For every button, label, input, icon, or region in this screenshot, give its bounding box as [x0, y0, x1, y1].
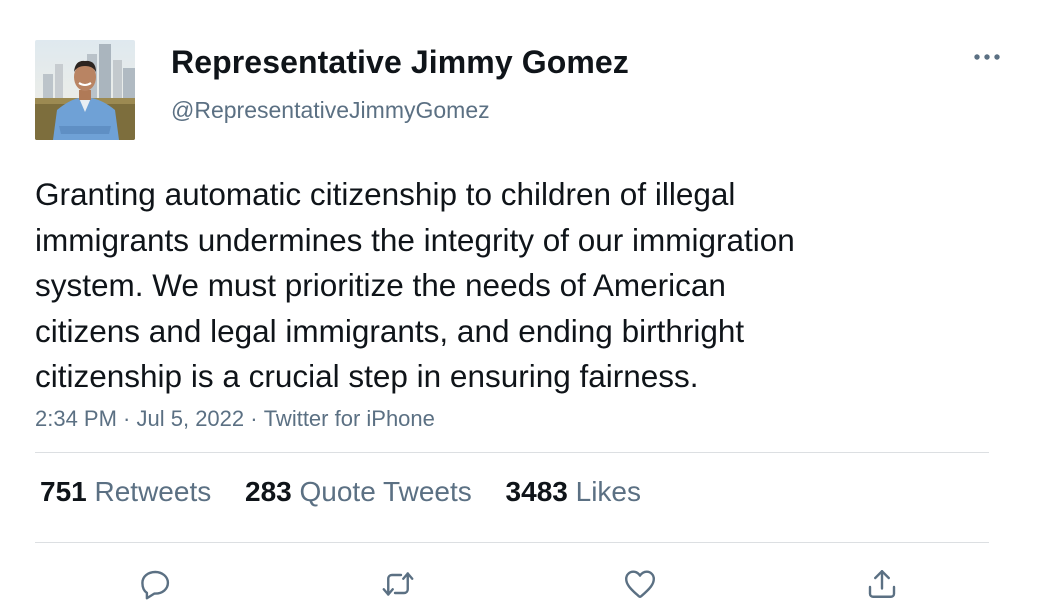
- quote-tweets-label: Quote Tweets: [299, 476, 472, 507]
- meta-separator: ·: [244, 406, 264, 431]
- reply-icon: [141, 570, 170, 600]
- author-display-name[interactable]: Representative Jimmy Gomez: [171, 44, 629, 81]
- author-handle[interactable]: @RepresentativeJimmyGomez: [171, 97, 490, 124]
- retweet-icon: [382, 572, 414, 596]
- heart-icon: [625, 570, 655, 598]
- tweet-metadata: 2:34 PM · Jul 5, 2022 · Twitter for iPho…: [35, 406, 435, 432]
- tweet-text: Granting automatic citizenship to childr…: [35, 172, 995, 400]
- more-horizontal-icon: [974, 54, 1000, 60]
- tweet-text-line: Granting automatic citizenship to childr…: [35, 176, 736, 212]
- engagement-stats: 751 Retweets 283 Quote Tweets 3483 Likes: [40, 476, 667, 508]
- quote-tweets-stat[interactable]: 283 Quote Tweets: [245, 476, 472, 508]
- reply-button[interactable]: [135, 564, 175, 604]
- tweet-text-line: system. We must prioritize the needs of …: [35, 267, 726, 303]
- retweets-stat[interactable]: 751 Retweets: [40, 476, 211, 508]
- quote-tweets-count: 283: [245, 476, 292, 507]
- tweet-source[interactable]: Twitter for iPhone: [264, 406, 435, 432]
- like-button[interactable]: [620, 564, 660, 604]
- share-icon: [868, 570, 896, 598]
- likes-count: 3483: [505, 476, 568, 507]
- retweets-count: 751: [40, 476, 87, 507]
- tweet-time[interactable]: 2:34 PM: [35, 406, 117, 432]
- avatar[interactable]: [35, 40, 135, 140]
- avatar-image: [35, 40, 135, 140]
- divider: [35, 542, 989, 543]
- more-options-button[interactable]: [968, 38, 1006, 76]
- share-button[interactable]: [862, 564, 902, 604]
- tweet-date[interactable]: Jul 5, 2022: [137, 406, 245, 432]
- meta-separator: ·: [116, 406, 137, 431]
- retweets-label: Retweets: [94, 476, 212, 507]
- retweet-button[interactable]: [378, 564, 418, 604]
- tweet-text-line: citizenship is a crucial step in ensurin…: [35, 358, 699, 394]
- divider: [35, 452, 989, 453]
- likes-label: Likes: [575, 476, 641, 507]
- likes-stat[interactable]: 3483 Likes: [506, 476, 641, 508]
- tweet-text-line: immigrants undermines the integrity of o…: [35, 221, 795, 258]
- tweet-text-line: citizens and legal immigrants, and endin…: [35, 312, 745, 349]
